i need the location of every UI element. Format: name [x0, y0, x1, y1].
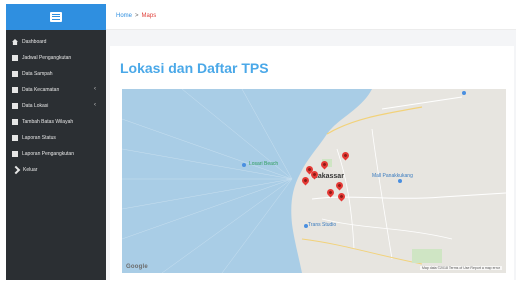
map-card: Lokasi dan Daftar TPS Makassar Losari Be… [110, 46, 514, 280]
sidebar-item-data-kecamatan[interactable]: Data Kecamatan ‹ [6, 82, 106, 98]
sidebar-item-label: Tambah Batas Wilayah [22, 119, 74, 125]
map-attribution[interactable]: Map data ©2018 Terms of Use Report a map… [420, 266, 502, 270]
map-basemap [122, 89, 506, 273]
google-logo: Google [126, 264, 148, 270]
document-icon [12, 55, 18, 61]
main-content: Lokasi dan Daftar TPS Makassar Losari Be… [106, 30, 516, 280]
hamburger-icon [50, 12, 62, 22]
breadcrumb-home-link[interactable]: Home [116, 13, 132, 19]
map-poi-label: Losari Beach [249, 161, 279, 167]
topbar: Home > Maps [106, 4, 516, 30]
sidebar-item-tambah-batas-wilayah[interactable]: Tambah Batas Wilayah [6, 114, 106, 130]
breadcrumb: Home > Maps [116, 13, 156, 19]
sidebar-item-data-sampah[interactable]: Data Sampah [6, 66, 106, 82]
poi-marker [242, 163, 246, 167]
map-view[interactable]: Makassar Losari Beach Mall Panakkukang T… [122, 89, 506, 273]
sidebar-item-jadwal-pengangkutan[interactable]: Jadwal Pengangkutan [6, 50, 106, 66]
poi-marker [462, 91, 466, 95]
document-icon [12, 103, 18, 109]
sidebar-item-label: Data Lokasi [22, 103, 49, 109]
sidebar-item-data-lokasi[interactable]: Data Lokasi ‹ [6, 98, 106, 114]
sidebar-item-dashboard[interactable]: Dashboard [6, 34, 106, 50]
sidebar-item-keluar[interactable]: Keluar [6, 162, 106, 178]
sidebar-item-label: Keluar [23, 167, 38, 173]
document-icon [12, 135, 18, 141]
breadcrumb-current: Maps [141, 13, 157, 19]
document-icon [12, 119, 18, 125]
sidebar-item-label: Data Sampah [22, 71, 53, 77]
sidebar: Dashboard Jadwal Pengangkutan Data Sampa… [6, 4, 106, 280]
page-title: Lokasi dan Daftar TPS [120, 60, 269, 76]
menu-toggle-button[interactable] [6, 4, 106, 30]
sidebar-nav: Dashboard Jadwal Pengangkutan Data Sampa… [6, 34, 106, 178]
sidebar-item-label: Laporan Pengangkutan [22, 151, 74, 157]
poi-marker [398, 179, 402, 183]
sidebar-item-label: Data Kecamatan [22, 87, 60, 93]
app-window: Dashboard Jadwal Pengangkutan Data Sampa… [0, 0, 522, 284]
sidebar-item-laporan-status[interactable]: Laporan Status [6, 130, 106, 146]
poi-marker [304, 224, 308, 228]
home-icon [12, 39, 18, 45]
chevron-left-icon: ‹ [94, 102, 96, 108]
document-icon [12, 151, 18, 157]
sidebar-item-label: Dashboard [22, 39, 47, 45]
sidebar-item-label: Jadwal Pengangkutan [22, 55, 72, 61]
sidebar-item-label: Laporan Status [22, 135, 56, 141]
document-icon [12, 87, 18, 93]
sidebar-item-laporan-pengangkutan[interactable]: Laporan Pengangkutan [6, 146, 106, 162]
exit-icon [11, 165, 21, 175]
breadcrumb-separator: > [135, 13, 139, 19]
chevron-left-icon: ‹ [94, 86, 96, 92]
document-icon [12, 71, 18, 77]
map-poi-label: Trans Studio [308, 222, 337, 228]
map-poi-label: Mall Panakkukang [372, 173, 413, 179]
